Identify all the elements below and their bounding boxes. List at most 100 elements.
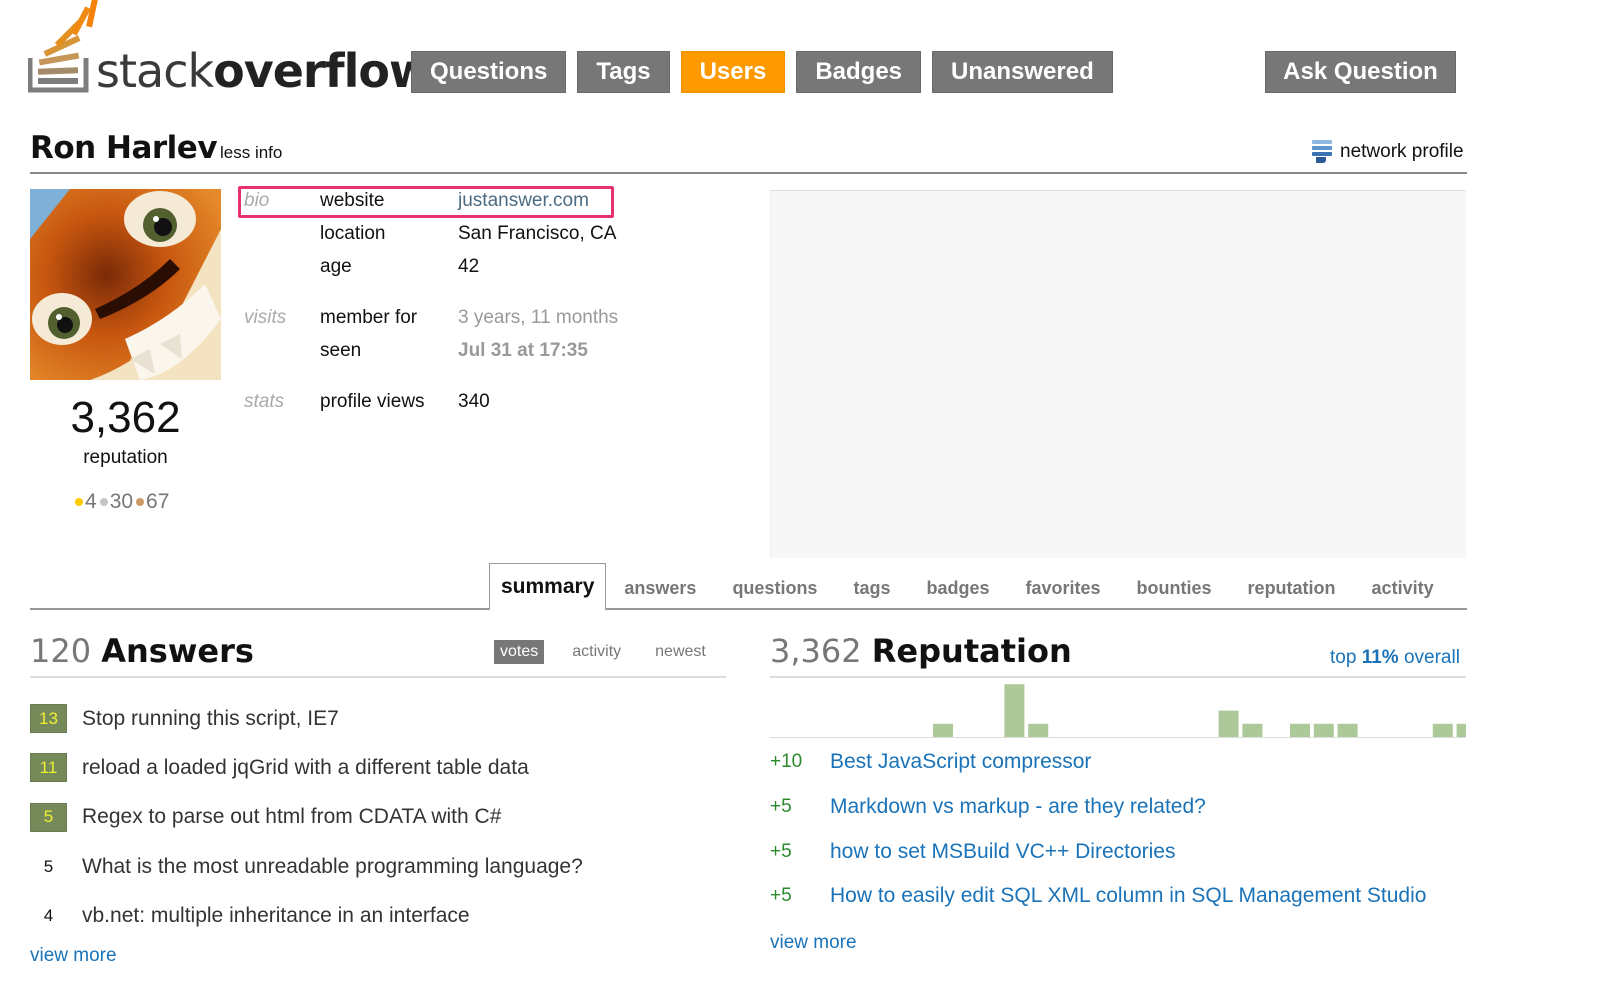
nav-badges[interactable]: Badges (796, 51, 922, 93)
answer-score: 5 (30, 802, 67, 832)
sort-votes[interactable]: votes (494, 640, 545, 664)
reputation-score: 3,362 (70, 393, 181, 442)
answers-view-more-link[interactable]: view more (30, 945, 117, 967)
stack-logo-icon (28, 0, 98, 93)
info-key: seen (320, 340, 362, 361)
bronze-badge-icon (136, 498, 145, 506)
user-name: Ron Harlev (30, 130, 218, 166)
nav-unanswered[interactable]: Unanswered (932, 51, 1113, 93)
reputation-post-link[interactable]: how to set MSBuild VC++ Directories (830, 840, 1175, 864)
reputation-heading: 3,362 Reputation (770, 632, 1072, 670)
answer-item: 5 What is the most unreadable programmin… (30, 842, 730, 891)
reputation-delta: +5 (770, 796, 792, 818)
answers-divider (30, 676, 726, 678)
stackoverflow-logo[interactable]: stackoverflow (28, 0, 431, 100)
reputation-rank-link[interactable]: top 11% overall (1330, 647, 1460, 669)
bronze-badge-count: 67 (146, 490, 170, 513)
less-info-link[interactable]: less info (220, 143, 282, 163)
rank-prefix: top (1330, 647, 1362, 668)
tab-tags[interactable]: tags (835, 564, 908, 611)
reputation-divider (770, 676, 1466, 678)
nav-tags[interactable]: Tags (577, 51, 670, 93)
tab-questions[interactable]: questions (714, 564, 835, 611)
reputation-item: +5 how to set MSBuild VC++ Directories (770, 829, 1470, 874)
reputation-post-link[interactable]: How to easily edit SQL XML column in SQL… (830, 884, 1426, 908)
ask-question-button[interactable]: Ask Question (1265, 51, 1456, 93)
tab-bounties[interactable]: bounties (1119, 564, 1230, 611)
tab-reputation[interactable]: reputation (1230, 564, 1354, 611)
gold-badge-icon (75, 498, 83, 506)
info-value: Jul 31 at 17:35 (458, 340, 588, 361)
nav-users[interactable]: Users (680, 51, 786, 93)
stackexchange-icon (1312, 140, 1332, 164)
reputation-delta: +10 (770, 751, 803, 773)
info-value: 42 (458, 256, 480, 277)
answers-sort: votes activity newest (494, 640, 712, 664)
info-value: San Francisco, CA (458, 223, 617, 244)
reputation-bar[interactable] (933, 723, 953, 737)
sort-newest[interactable]: newest (649, 640, 712, 664)
reputation-sparkline-chart[interactable] (770, 680, 1466, 738)
user-avatar[interactable] (30, 189, 221, 380)
network-profile-link[interactable]: network profile (1312, 140, 1464, 164)
info-value: 340 (458, 391, 490, 412)
logo-wordmark: stackoverflow (96, 44, 431, 98)
reputation-bar[interactable] (1004, 684, 1025, 737)
info-value: 3 years, 11 months (458, 307, 619, 328)
reputation-item: +5 Markdown vs markup - are they related… (770, 785, 1470, 830)
tab-activity[interactable]: activity (1354, 564, 1452, 611)
reputation-bar[interactable] (1028, 723, 1049, 737)
reputation-delta: +5 (770, 840, 792, 862)
answer-link[interactable]: Stop running this script, IE7 (82, 707, 339, 731)
silver-badge-count: 30 (109, 490, 134, 513)
answer-score: 11 (30, 753, 67, 783)
about-me-panel (770, 190, 1466, 558)
reputation-bar[interactable] (1218, 710, 1239, 737)
tab-summary[interactable]: summary (489, 563, 607, 611)
reputation-bar[interactable] (1456, 723, 1466, 737)
answers-title: Answers (101, 632, 254, 670)
reputation-label: reputation (83, 447, 168, 468)
answer-link[interactable]: reload a loaded jqGrid with a different … (82, 756, 529, 780)
rank-suffix: overall (1398, 647, 1460, 668)
section-label-stats: stats (244, 391, 285, 412)
reputation-title: Reputation (871, 632, 1072, 670)
info-key: age (320, 256, 352, 277)
answer-score: 4 (43, 905, 54, 925)
sort-activity[interactable]: activity (566, 640, 627, 664)
reputation-bar[interactable] (1313, 723, 1334, 737)
reputation-count: 3,362 (770, 632, 862, 670)
reputation-bar[interactable] (1337, 723, 1358, 737)
logo-bold-text: overflow (213, 44, 431, 98)
reputation-post-link[interactable]: Best JavaScript compressor (830, 750, 1091, 774)
info-key: profile views (320, 391, 425, 412)
chart-baseline (770, 737, 1466, 738)
answer-link[interactable]: What is the most unreadable programming … (82, 855, 583, 879)
reputation-list: +10 Best JavaScript compressor +5 Markdo… (770, 740, 1470, 919)
answer-item: 4 vb.net: multiple inheritance in an int… (30, 891, 730, 940)
answer-link[interactable]: Regex to parse out html from CDATA with … (82, 805, 501, 829)
gold-badge-count: 4 (85, 490, 97, 513)
nav-questions[interactable]: Questions (411, 51, 567, 93)
tab-answers[interactable]: answers (606, 564, 714, 611)
answer-score: 5 (43, 856, 54, 876)
silver-badge-icon (99, 498, 108, 506)
reputation-bar[interactable] (1290, 723, 1310, 737)
badge-counts[interactable]: 4 30 67 (75, 490, 169, 514)
main-nav: Questions Tags Users Badges Unanswered (411, 51, 1113, 93)
reputation-item: +10 Best JavaScript compressor (770, 740, 1470, 785)
answer-link[interactable]: vb.net: multiple inheritance in an inter… (82, 904, 470, 928)
reputation-bar[interactable] (1242, 723, 1263, 737)
header-divider (30, 172, 1467, 174)
reputation-post-link[interactable]: Markdown vs markup - are they related? (830, 795, 1206, 819)
reputation-bar[interactable] (1432, 723, 1453, 737)
reputation-view-more-link[interactable]: view more (770, 932, 857, 954)
answers-count: 120 (30, 632, 92, 670)
tab-favorites[interactable]: favorites (1008, 564, 1119, 611)
tab-badges[interactable]: badges (908, 564, 1007, 611)
profile-tabs: summary answers questions tags badges fa… (489, 563, 1452, 611)
answer-item: 11 reload a loaded jqGrid with a differe… (30, 743, 730, 792)
avatar-image (30, 189, 221, 380)
answer-item: 13 Stop running this script, IE7 (30, 694, 730, 743)
reputation-item: +5 How to easily edit SQL XML column in … (770, 874, 1470, 919)
